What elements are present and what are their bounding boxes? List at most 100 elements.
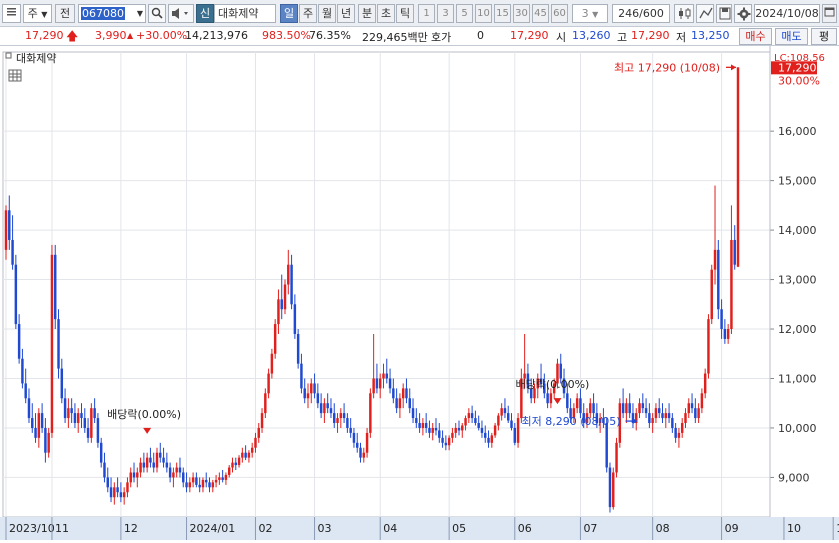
candle-body [63, 398, 67, 419]
x-tick-label: 05 [452, 522, 466, 535]
candle-body [480, 427, 484, 433]
candle-body [720, 309, 723, 330]
x-tick-label: 03 [318, 522, 332, 535]
table-icon [8, 69, 22, 82]
calendar-icon[interactable] [822, 4, 837, 23]
low-annotation: 최저 8,290 (08/05) [522, 415, 621, 428]
candle-body [641, 403, 645, 409]
candle-body [195, 477, 198, 485]
up-triangle-icon: ▲ [127, 31, 134, 40]
candle-body [644, 408, 648, 414]
candle-body [50, 254, 54, 433]
tab-month[interactable]: 월 [318, 4, 336, 23]
save-icon[interactable] [716, 4, 732, 23]
candle-body [11, 239, 14, 265]
candle-body [175, 467, 178, 473]
candle-body [697, 408, 700, 419]
count-field[interactable]: 246/600 [612, 4, 670, 23]
candle-body [401, 388, 405, 399]
candle-body [444, 442, 448, 446]
interval-15[interactable]: 15 [494, 4, 511, 23]
candle-body [44, 427, 47, 453]
interval-60[interactable]: 60 [551, 4, 568, 23]
up-arrow-icon: 🡅 [66, 29, 79, 43]
gear-icon[interactable] [734, 4, 752, 23]
market-select[interactable]: 주 ▼ [23, 4, 52, 23]
interval-30[interactable]: 30 [513, 4, 530, 23]
eval-button[interactable]: 평 [811, 28, 837, 45]
candle-body [329, 408, 333, 414]
tab-minute[interactable]: 분 [358, 4, 376, 23]
y-tick-label: 16,000 [778, 125, 817, 138]
candle-body [211, 482, 215, 488]
candle-body [608, 467, 612, 508]
candle-body [313, 383, 316, 394]
candle-body [188, 482, 192, 488]
tab-second[interactable]: 초 [377, 4, 395, 23]
interval-45[interactable]: 45 [532, 4, 549, 23]
candle-body [17, 324, 21, 359]
candle-body [339, 413, 343, 419]
candle-body [677, 432, 681, 438]
last-pct-label: 30.00% [778, 74, 820, 87]
candle-body [621, 403, 625, 414]
candle-body [136, 472, 139, 478]
candle-body [648, 413, 651, 424]
y-tick-label: 11,000 [778, 372, 817, 385]
interval-1[interactable]: 1 [418, 4, 435, 23]
candle-body [628, 403, 631, 414]
prev-button[interactable]: 전 [55, 4, 75, 23]
candle-body [589, 403, 592, 414]
candle-body [280, 299, 283, 310]
candle-body [336, 418, 339, 424]
candle-body [566, 393, 569, 409]
interval-5[interactable]: 5 [456, 4, 473, 23]
candle-body [267, 373, 270, 394]
candle-body [119, 492, 123, 498]
candle-type-icon[interactable] [674, 4, 694, 23]
menu-icon[interactable] [2, 4, 21, 23]
tab-day[interactable]: 일 [280, 4, 298, 23]
code-dropdown-icon[interactable]: ▼ [137, 5, 143, 22]
buy-button[interactable]: 매수 [739, 28, 772, 45]
stock-name[interactable]: 대화제약 [214, 4, 276, 23]
interval-10[interactable]: 10 [475, 4, 492, 23]
candle-body [182, 472, 185, 483]
candle-body [31, 418, 34, 428]
candle-body [27, 398, 31, 419]
new-badge: 신 [196, 4, 214, 23]
candle-body [375, 378, 379, 389]
quote-label: 호가 [431, 31, 452, 44]
tab-tick[interactable]: 틱 [396, 4, 414, 23]
speaker-icon[interactable] [168, 4, 194, 23]
candle-body [326, 403, 329, 409]
candle-body [503, 408, 507, 414]
candle-body [109, 487, 113, 498]
series-label: 대화제약 [16, 51, 56, 65]
candle-body [657, 408, 661, 414]
candle-body [736, 67, 740, 267]
candle-body [247, 452, 251, 458]
candle-body [54, 254, 57, 320]
candle-body [592, 403, 595, 414]
candle-body [159, 452, 162, 458]
candle-body [237, 457, 241, 466]
candle-body [231, 462, 234, 468]
tab-year[interactable]: 년 [337, 4, 355, 23]
candle-body [260, 413, 264, 428]
code-input[interactable]: 067080 ▼ [78, 4, 146, 23]
tab-week[interactable]: 주 [299, 4, 317, 23]
candle-body [661, 413, 664, 419]
interval-input[interactable]: 3 ▼ [572, 4, 608, 23]
date-field[interactable]: 2024/10/08 [754, 4, 820, 23]
candle-body [671, 418, 674, 428]
candle-body [24, 383, 27, 399]
sell-button[interactable]: 매도 [775, 28, 808, 45]
candlestick-chart[interactable]: 9,000 10,000 11,000 12,000 13,000 14,000 15,00… [0, 46, 839, 540]
draw-line-icon[interactable] [696, 4, 714, 23]
candle-body [638, 403, 641, 414]
candle-body [484, 432, 487, 438]
interval-3[interactable]: 3 [437, 4, 454, 23]
search-icon[interactable] [148, 4, 166, 23]
candle-body [451, 432, 454, 438]
